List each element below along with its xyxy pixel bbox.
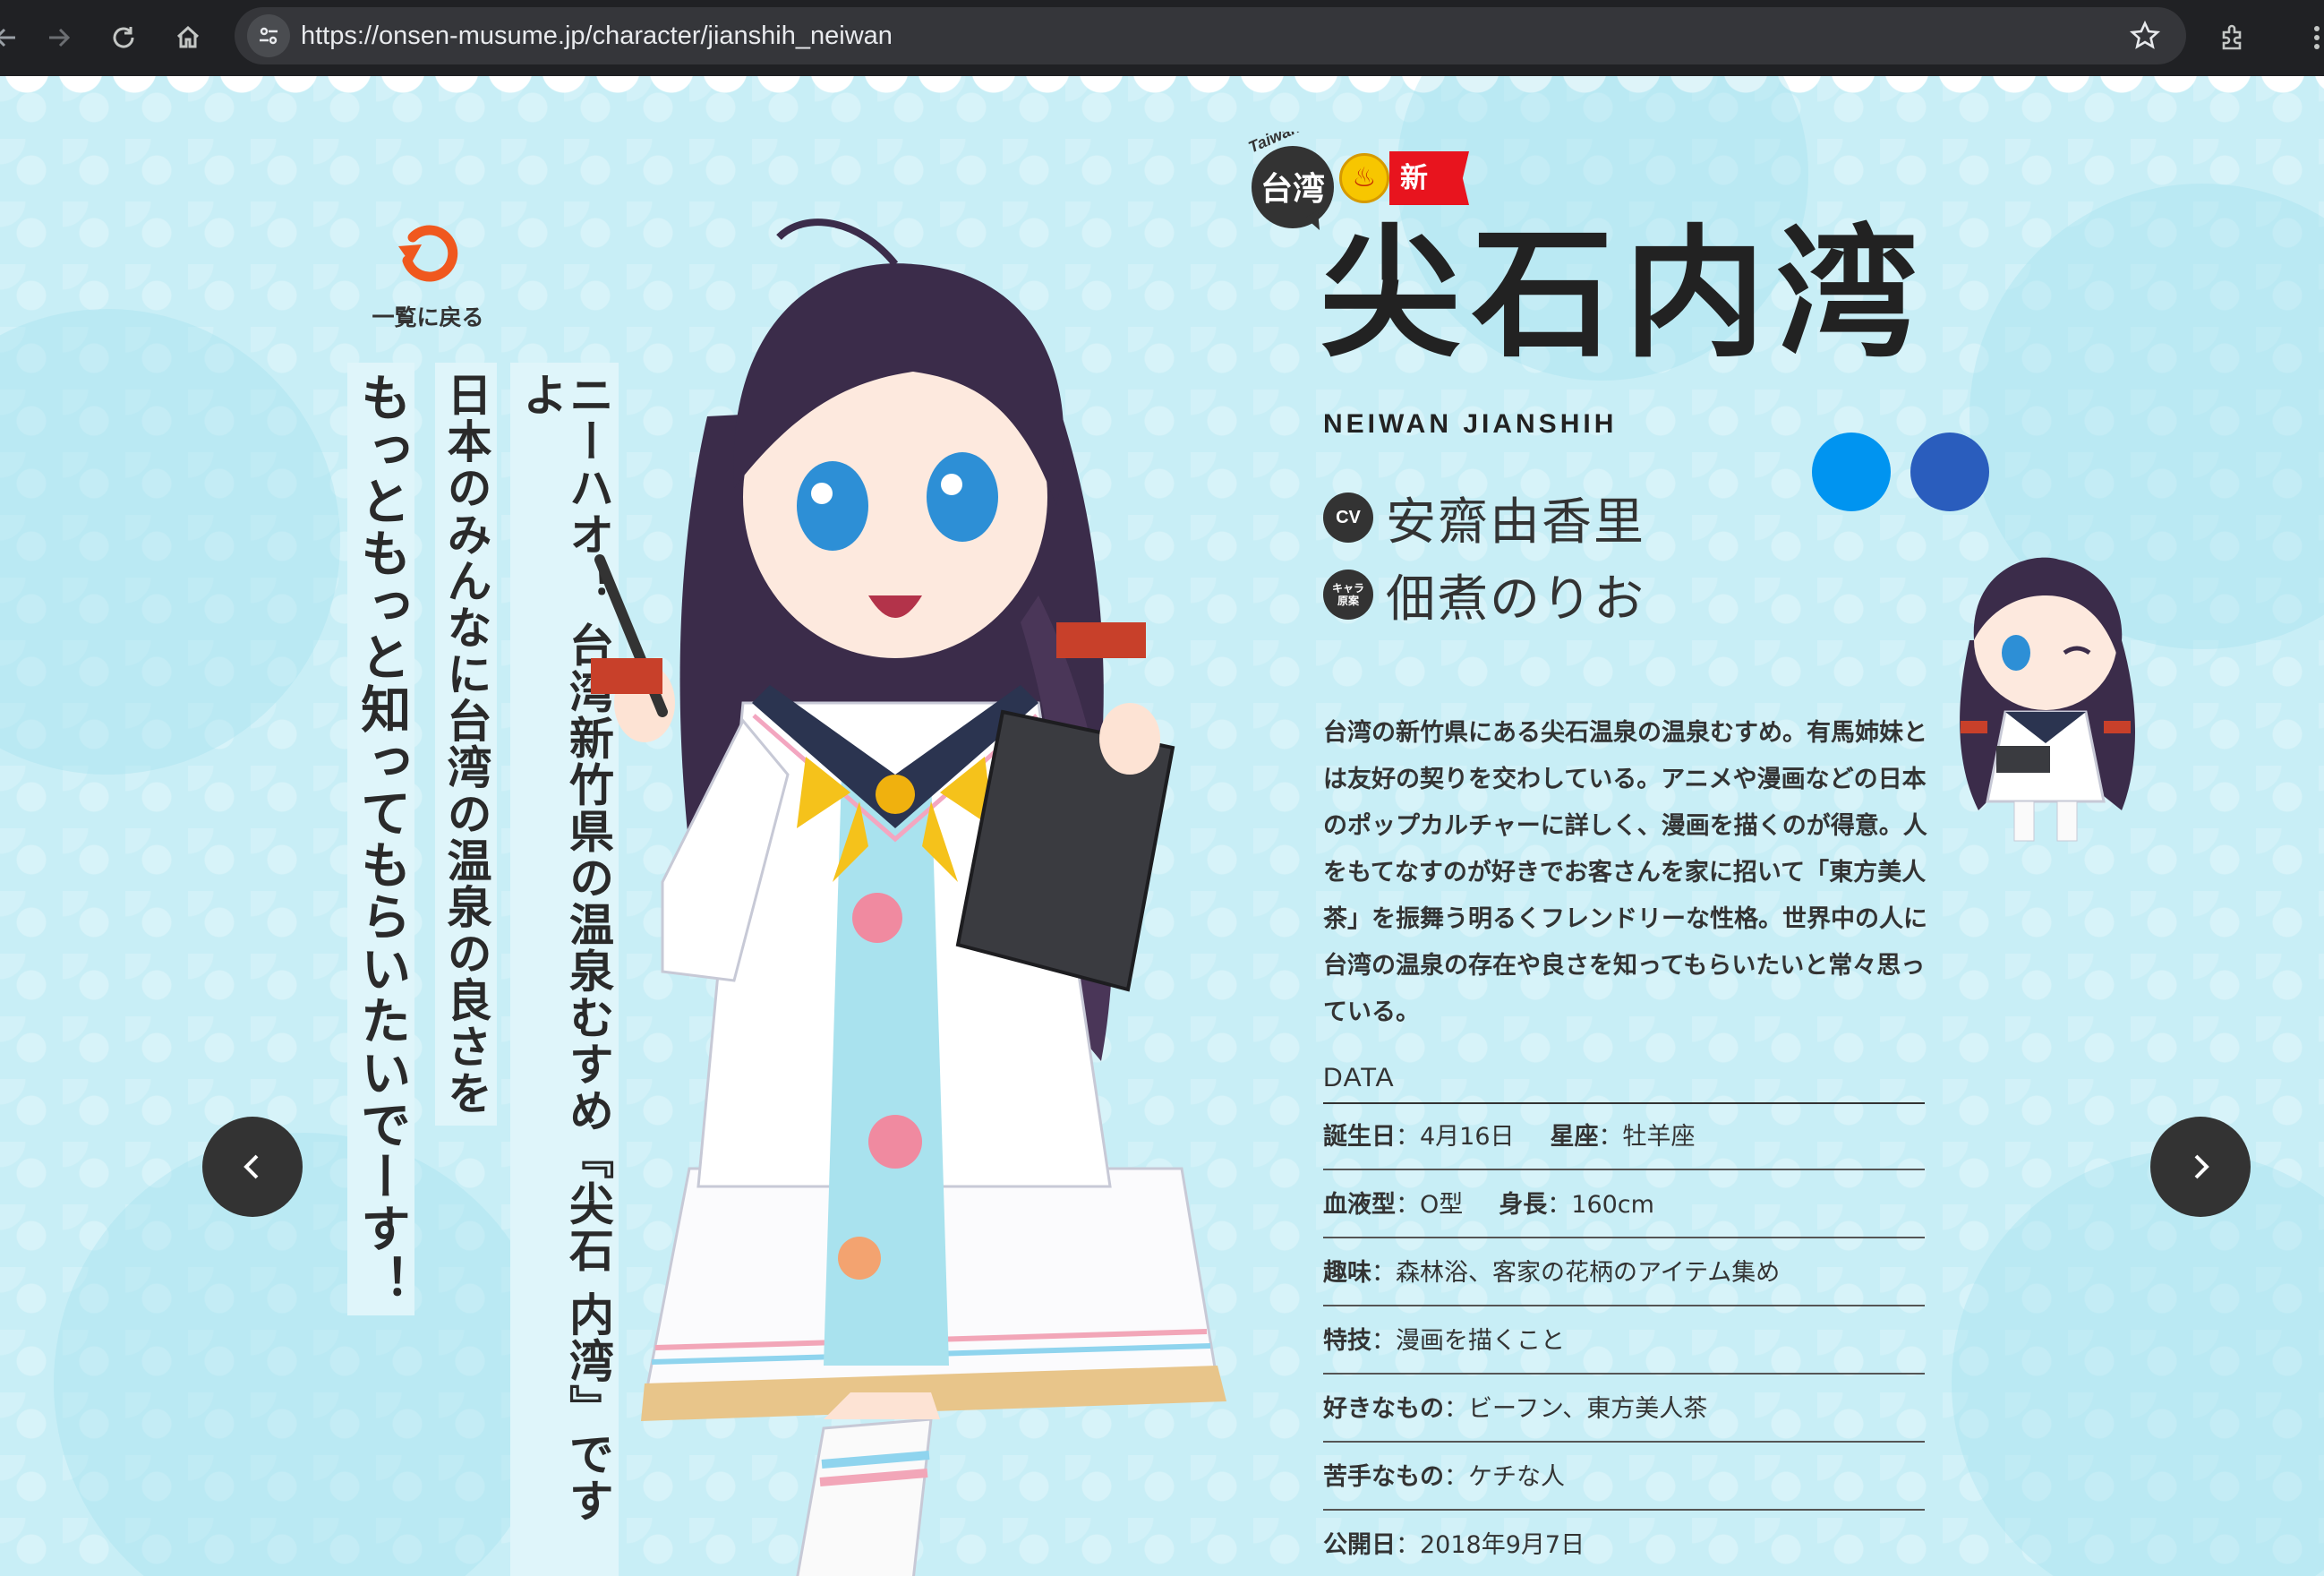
home-icon[interactable] (163, 13, 213, 63)
character-description: 台湾の新竹県にある尖石温泉の温泉むすめ。有馬姉妹とは友好の契りを交わしている。ア… (1323, 719, 1927, 1026)
blood-label: 血液型 (1323, 1191, 1396, 1219)
onsen-icon: ♨ (1339, 153, 1389, 203)
data-row-skill: 特技：漫画を描くこと (1323, 1308, 1925, 1375)
forward-arrow-icon[interactable] (34, 13, 84, 63)
skill-label: 特技 (1323, 1327, 1371, 1355)
chevron-left-icon (244, 1154, 259, 1179)
birthday-label: 誕生日 (1323, 1123, 1396, 1151)
theme-color-1 (1812, 433, 1891, 511)
return-icon (398, 225, 458, 282)
release-label: 公開日 (1323, 1531, 1396, 1559)
hobby-label: 趣味 (1323, 1259, 1371, 1287)
character-name: 尖石内湾 (1320, 212, 1928, 377)
character-name-en: NEIWAN JIANSHIH (1323, 409, 1618, 439)
site-info-icon[interactable] (247, 14, 290, 57)
theme-color-2 (1910, 433, 1989, 511)
data-row-release: 公開日：2018年9月7日 (1323, 1531, 1585, 1559)
data-row-hobby: 趣味：森林浴、客家の花柄のアイテム集め (1323, 1240, 1925, 1306)
message-line-3: もっともっと知ってもらいたいでーす！ (347, 363, 414, 1315)
illustrator-icon: キャラ原案 (1323, 570, 1373, 620)
character-page: 一覧に戻る ニーハオ！ 台湾新竹県の温泉むすめ『尖石 内湾』ですよ 日本のみんな… (0, 76, 2324, 1576)
region-badge-label: 台湾 (1260, 170, 1325, 208)
likes-label: 好きなもの (1323, 1395, 1444, 1423)
likes-value: ビーフン、東方美人茶 (1468, 1395, 1708, 1423)
voice-actor-name: 安齋由香里 (1386, 492, 1645, 552)
illustrator-name: 佃煮のりお (1386, 570, 1645, 629)
address-bar[interactable]: https://onsen-musume.jp/character/jiansh… (235, 7, 2186, 64)
sign-label: 星座 (1550, 1123, 1599, 1151)
back-label: 一覧に戻る (372, 304, 484, 330)
voice-actor-credit: CV 安齋由香里 (1323, 490, 1645, 552)
background-bubble (0, 309, 340, 775)
data-row-birthday: 誕生日：4月16日 星座：牡羊座 (1323, 1104, 1925, 1170)
ribbon-label: 新竹県温泉大使 (1389, 151, 1469, 205)
back-to-list-link[interactable]: 一覧に戻る (356, 219, 500, 332)
hobby-value: 森林浴、客家の花柄のアイテム集め (1396, 1259, 1781, 1287)
scallop-border (0, 76, 2324, 94)
bookmark-star-icon[interactable] (2129, 20, 2161, 56)
dislikes-label: 苦手なもの (1323, 1463, 1444, 1491)
next-character-button[interactable] (2150, 1117, 2251, 1217)
background-bubble (54, 1133, 555, 1576)
browser-toolbar: https://onsen-musume.jp/character/jiansh… (0, 0, 2324, 76)
height-label: 身長 (1499, 1191, 1548, 1219)
previous-character-button[interactable] (202, 1117, 303, 1217)
dislikes-value: ケチな人 (1468, 1463, 1565, 1491)
extensions-icon[interactable] (2208, 13, 2258, 63)
sign-value: 牡羊座 (1622, 1123, 1696, 1151)
blood-value: O型 (1420, 1191, 1464, 1219)
skill-value: 漫画を描くこと (1396, 1327, 1565, 1355)
illustrator-credit: キャラ原案 佃煮のりお (1323, 567, 1645, 629)
data-row-likes: 好きなもの：ビーフン、東方美人茶 (1323, 1376, 1925, 1443)
message-line-2: 日本のみんなに台湾の温泉の良さを (435, 363, 497, 1126)
data-row-dislikes: 苦手なもの：ケチな人 (1323, 1444, 1925, 1511)
background-bubble (1952, 1151, 2324, 1576)
chibi-illustration (1960, 557, 2135, 842)
cv-icon: CV (1323, 492, 1373, 543)
back-arrow-icon[interactable] (0, 13, 30, 63)
menu-icon[interactable] (2292, 13, 2324, 63)
birthday-value: 4月16日 (1420, 1123, 1515, 1151)
reload-icon[interactable] (98, 13, 149, 63)
character-illustration (591, 218, 1226, 1576)
release-value: 2018年9月7日 (1420, 1531, 1585, 1559)
data-row-blood: 血液型：O型 身長：160cm (1323, 1172, 1925, 1238)
url-text: https://onsen-musume.jp/character/jiansh… (301, 21, 893, 50)
data-title: DATA (1323, 1063, 1395, 1092)
height-value: 160cm (1571, 1191, 1654, 1219)
chevron-right-icon (2194, 1154, 2209, 1179)
